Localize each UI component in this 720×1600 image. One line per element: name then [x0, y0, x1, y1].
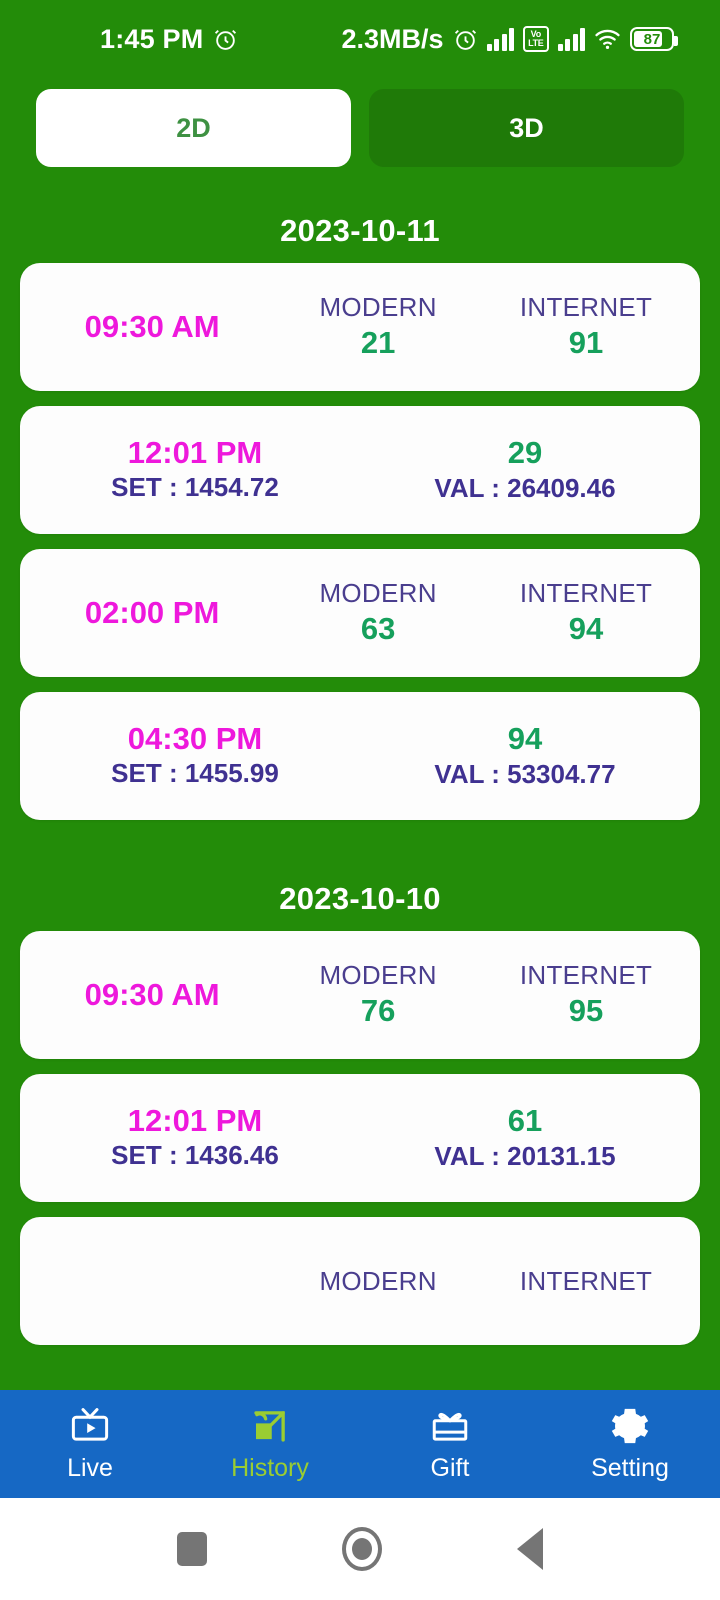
card-internet-value: 91	[568, 324, 604, 360]
history-card[interactable]: 09:30 AM MODERN 21 INTERNET 91	[20, 263, 700, 391]
card-time-col: 04:30 PM SET : 1455.99	[30, 721, 360, 791]
triangle-back-icon[interactable]	[516, 1528, 543, 1570]
nav-item-history-label: History	[231, 1454, 309, 1482]
date-header: 2023-10-10	[279, 881, 441, 916]
card-internet-value: 95	[568, 992, 604, 1028]
card-modern-label: MODERN	[319, 578, 437, 609]
card-time: 12:01 PM	[127, 1103, 263, 1139]
card-time: 04:30 PM	[127, 721, 263, 757]
alarm-clock-icon	[213, 27, 238, 52]
card-time: 09:30 AM	[84, 309, 220, 344]
nav-item-gift-label: Gift	[430, 1454, 470, 1482]
tv-play-icon	[67, 1405, 113, 1447]
card-internet-label: INTERNET	[519, 292, 653, 323]
date-header: 2023-10-11	[280, 213, 440, 248]
nav-item-history[interactable]: History	[180, 1390, 360, 1498]
card-internet-col: INTERNET 95	[482, 959, 690, 1030]
status-bar-left: 1:45 PM	[100, 24, 238, 55]
card-modern-label: MODERN	[319, 1265, 437, 1296]
history-scroll-area[interactable]: 2023-10-11 09:30 AM MODERN 21 INTERNET 9…	[0, 167, 720, 1390]
square-recents-icon[interactable]	[177, 1532, 208, 1566]
history-edit-icon	[247, 1405, 293, 1447]
card-modern-col: MODERN 76	[274, 959, 482, 1030]
card-internet-label: INTERNET	[519, 960, 653, 991]
signal-bars-sim2-icon	[557, 27, 585, 51]
card-modern-value: 76	[360, 992, 396, 1028]
card-time: 09:30 AM	[84, 977, 220, 1012]
card-value-col: 29 VAL : 26409.46	[360, 434, 690, 507]
card-time-col: 12:01 PM SET : 1454.72	[30, 435, 360, 505]
history-card[interactable]: MODERN INTERNET	[20, 1217, 700, 1345]
android-system-nav-bar	[0, 1498, 720, 1600]
card-val-text: VAL : 53304.77	[434, 759, 616, 790]
card-time-col: 09:30 AM	[30, 977, 274, 1013]
nav-item-gift[interactable]: Gift	[360, 1390, 540, 1498]
phone-screen: 1:45 PM 2.3MB/s Vo LTE 87 2D 3D 2023-10-…	[0, 0, 720, 1600]
card-internet-label: INTERNET	[519, 578, 653, 609]
network-speed: 2.3MB/s	[341, 23, 444, 54]
card-time: 12:01 PM	[127, 435, 263, 471]
card-time-col: 02:00 PM	[30, 595, 274, 631]
gift-box-icon	[427, 1405, 473, 1447]
nav-item-setting-label: Setting	[591, 1454, 669, 1482]
card-internet-col: INTERNET	[482, 1265, 690, 1298]
wifi-icon	[594, 28, 621, 50]
history-list: 2023-10-11 09:30 AM MODERN 21 INTERNET 9…	[0, 167, 720, 1345]
card-modern-label: MODERN	[319, 960, 437, 991]
status-clock: 1:45 PM	[100, 23, 204, 54]
alarm-icon	[453, 27, 478, 52]
card-set-text: SET : 1454.72	[111, 472, 279, 503]
volte-icon: Vo LTE	[523, 26, 549, 52]
card-value-col: 94 VAL : 53304.77	[360, 720, 690, 793]
card-modern-value: 21	[360, 324, 396, 360]
card-val-text: VAL : 26409.46	[434, 473, 616, 504]
history-card[interactable]: 12:01 PM SET : 1454.72 29 VAL : 26409.46	[20, 406, 700, 534]
status-bar-right: 2.3MB/s Vo LTE 87	[341, 23, 678, 55]
card-time: 02:00 PM	[84, 595, 220, 630]
card-internet-col: INTERNET 94	[482, 577, 690, 648]
battery-percent: 87	[643, 30, 661, 48]
card-modern-col: MODERN	[274, 1265, 482, 1298]
volte-line-2: LTE	[528, 38, 544, 48]
card-time-col: 12:01 PM SET : 1436.46	[30, 1103, 360, 1173]
dimension-tab-bar: 2D 3D	[0, 78, 720, 167]
nav-item-live-label: Live	[67, 1454, 113, 1482]
card-set-text: SET : 1455.99	[111, 758, 279, 789]
card-result-value: 29	[507, 434, 543, 470]
nav-item-setting[interactable]: Setting	[540, 1390, 720, 1498]
card-time-col: 09:30 AM	[30, 309, 274, 345]
card-value-col: 61 VAL : 20131.15	[360, 1102, 690, 1175]
tab-2d[interactable]: 2D	[36, 89, 351, 167]
signal-bars-sim1-icon	[486, 27, 515, 51]
card-set-text: SET : 1436.46	[111, 1140, 279, 1171]
bottom-navigation-bar: Live History Gift Setting	[0, 1390, 720, 1498]
card-val-text: VAL : 20131.15	[434, 1141, 616, 1172]
card-internet-label: INTERNET	[519, 1265, 653, 1296]
card-result-value: 94	[507, 720, 543, 756]
card-modern-label: MODERN	[319, 292, 437, 323]
card-result-value: 61	[507, 1102, 543, 1138]
tab-2d-label: 2D	[176, 112, 211, 143]
nav-item-live[interactable]: Live	[0, 1390, 180, 1498]
card-modern-col: MODERN 21	[274, 291, 482, 362]
card-internet-col: INTERNET 91	[482, 291, 690, 362]
history-card[interactable]: 09:30 AM MODERN 76 INTERNET 95	[20, 931, 700, 1059]
battery-icon: 87	[630, 27, 678, 51]
status-bar: 1:45 PM 2.3MB/s Vo LTE 87	[0, 0, 720, 78]
card-modern-col: MODERN 63	[274, 577, 482, 648]
gear-icon	[607, 1405, 653, 1447]
circle-home-icon[interactable]	[341, 1527, 382, 1571]
card-modern-value: 63	[360, 610, 396, 646]
history-card[interactable]: 04:30 PM SET : 1455.99 94 VAL : 53304.77	[20, 692, 700, 820]
history-card[interactable]: 02:00 PM MODERN 63 INTERNET 94	[20, 549, 700, 677]
tab-3d[interactable]: 3D	[369, 89, 684, 167]
card-internet-value: 94	[568, 610, 604, 646]
history-card[interactable]: 12:01 PM SET : 1436.46 61 VAL : 20131.15	[20, 1074, 700, 1202]
tab-3d-label: 3D	[509, 112, 544, 143]
